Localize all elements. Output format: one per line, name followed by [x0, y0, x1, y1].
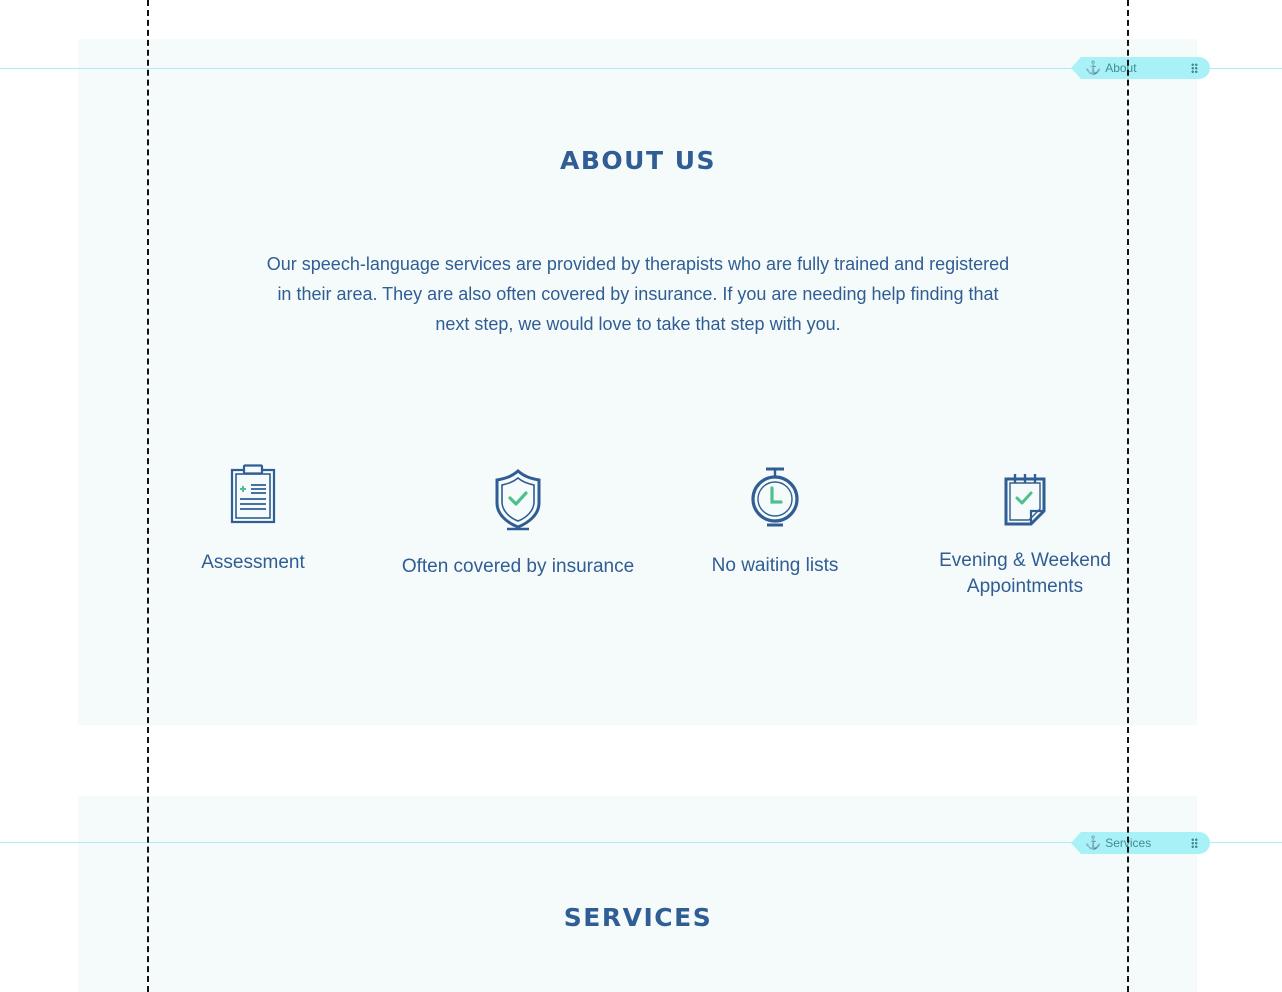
feature-label: Often covered by insurance	[401, 556, 635, 577]
feature-evening-weekend[interactable]: Evening & Weekend Appointments	[925, 473, 1125, 600]
feature-assessment[interactable]: Assessment	[178, 464, 328, 576]
anchor-label: Services	[1105, 836, 1152, 850]
feature-label: No waiting lists	[711, 555, 839, 576]
about-title[interactable]: ABOUT US	[0, 146, 1279, 175]
feature-no-waiting[interactable]: No waiting lists	[705, 466, 845, 579]
feature-label: Assessment	[201, 552, 305, 573]
stopwatch-icon	[751, 467, 799, 527]
anchor-label: About	[1105, 61, 1137, 75]
drag-handle-icon[interactable]	[1191, 63, 1198, 73]
feature-insurance[interactable]: Often covered by insurance	[378, 469, 658, 580]
anchor-tag-about[interactable]: ⚓ About	[1071, 57, 1210, 79]
left-gridline	[147, 0, 149, 992]
right-gridline	[1127, 0, 1129, 992]
anchor-icon: ⚓	[1085, 60, 1102, 75]
anchor-icon: ⚓	[1085, 835, 1102, 850]
drag-handle-icon[interactable]	[1191, 838, 1198, 848]
calendar-check-icon	[1004, 474, 1046, 526]
feature-label: Evening & Weekend Appointments	[939, 550, 1111, 597]
services-strip[interactable]	[78, 796, 1197, 992]
clipboard-icon	[230, 464, 276, 524]
services-title[interactable]: SERVICES	[0, 903, 1279, 932]
anchor-tag-services[interactable]: ⚓ Services	[1071, 832, 1210, 854]
shield-check-icon	[495, 469, 541, 531]
about-description[interactable]: Our speech-language services are provide…	[258, 249, 1018, 339]
editor-canvas: ⚓ About ⚓ Services ABOUT US Our speech-l…	[0, 0, 1282, 992]
about-strip[interactable]	[78, 39, 1197, 725]
